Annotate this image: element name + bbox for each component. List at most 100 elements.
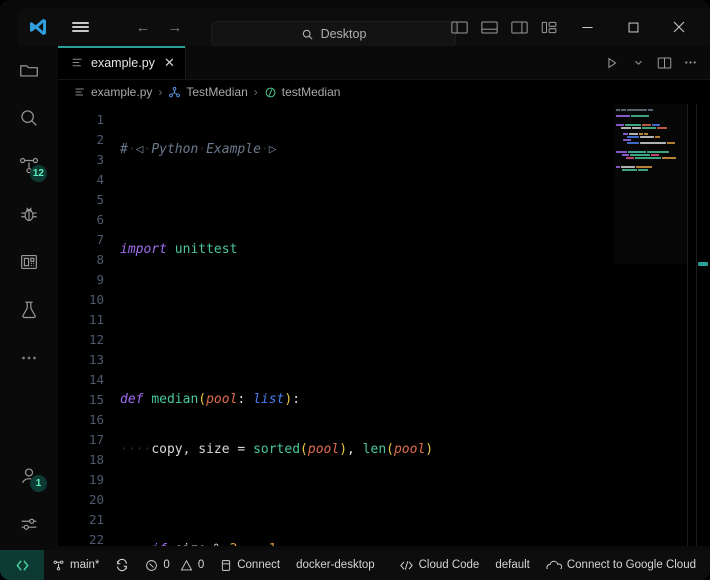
sidebar-item-search[interactable] [0, 94, 58, 142]
code-editor[interactable]: 1 2 3 4 5 6 7 8 9 10 11 12 13 14 15 16 1… [58, 104, 710, 546]
status-connect[interactable]: Connect [212, 550, 288, 580]
navigation-controls: ← → [130, 15, 188, 39]
breadcrumb-file-label: example.py [91, 85, 153, 99]
remote-window-icon [15, 558, 30, 573]
vscode-logo-icon [18, 17, 58, 37]
symbol-method-icon [264, 86, 277, 99]
symbol-class-icon [168, 86, 181, 99]
sidebar-item-more[interactable] [0, 334, 58, 382]
editor-vertical-scrollbar[interactable] [696, 104, 710, 546]
breadcrumb-class[interactable]: TestMedian [168, 85, 248, 99]
line-number: 14 [88, 372, 104, 387]
breadcrumb-class-label: TestMedian [186, 85, 248, 99]
line-number: 6 [96, 212, 104, 227]
arrow-right-icon[interactable]: → [162, 15, 188, 39]
arrow-left-icon[interactable]: ← [130, 15, 156, 39]
status-remote-indicator[interactable] [0, 550, 44, 580]
activity-bar-top-items: 12 [0, 46, 58, 382]
line-number: 13 [88, 352, 104, 367]
minimize-button[interactable] [564, 8, 610, 46]
python-file-icon [74, 86, 86, 98]
status-docker-context-label: docker-desktop [296, 559, 375, 571]
sync-icon [115, 558, 129, 572]
breadcrumb-file[interactable]: example.py [74, 85, 152, 99]
line-number-gutter: 1 2 3 4 5 6 7 8 9 10 11 12 13 14 15 16 1… [58, 110, 110, 546]
status-docker-context[interactable]: docker-desktop [288, 550, 383, 580]
status-branch-label: main* [70, 559, 100, 571]
editor-actions [600, 46, 710, 79]
ellipsis-icon[interactable] [678, 51, 702, 75]
ellipsis-icon [18, 347, 40, 369]
search-input[interactable]: Desktop [211, 21, 456, 47]
source-control-badge: 12 [29, 165, 47, 182]
title-bar-right-controls [444, 8, 702, 46]
sidebar-item-settings[interactable] [0, 500, 58, 548]
sidebar-item-accounts[interactable]: 1 [0, 452, 58, 500]
status-cloud-code[interactable]: Cloud Code [391, 550, 488, 580]
tab-example-py[interactable]: example.py ✕ [58, 46, 186, 79]
warning-icon [180, 559, 193, 572]
beaker-icon [18, 299, 40, 321]
toggle-primary-sidebar-icon[interactable] [444, 12, 474, 42]
status-cloud-project[interactable]: default [487, 550, 538, 580]
cloud-icon [546, 559, 562, 572]
chevron-down-icon[interactable] [626, 51, 650, 75]
minimap[interactable] [614, 104, 688, 546]
status-connect-google-cloud[interactable]: Connect to Google Cloud [538, 550, 704, 580]
error-icon [145, 559, 158, 572]
customize-layout-icon[interactable] [534, 12, 564, 42]
accounts-badge: 1 [30, 475, 47, 492]
breadcrumb-method-label: testMedian [281, 85, 341, 99]
title-bar: ← → Desktop [18, 8, 710, 47]
sidebar-item-explorer[interactable] [0, 46, 58, 94]
status-cloud-project-label: default [495, 559, 530, 571]
editor-tabs-bar: example.py ✕ [58, 46, 710, 80]
breadcrumb-separator: › [158, 85, 163, 99]
line-number: 5 [96, 192, 104, 207]
sidebar-item-extensions[interactable] [0, 238, 58, 286]
source-control-icon [52, 559, 65, 572]
line-number: 21 [88, 512, 104, 527]
close-button[interactable] [656, 8, 702, 46]
minimap-border [687, 104, 688, 546]
status-cloud-code-label: Cloud Code [418, 559, 480, 571]
vscode-window: 12 1 ← → Desktop example.py ✕ example.py… [0, 0, 710, 580]
status-bar: main* 0 0 Connect docker-desktop Cloud C… [0, 550, 710, 580]
breadcrumb-separator: › [253, 85, 258, 99]
line-number: 11 [88, 312, 104, 327]
bug-icon [18, 203, 40, 225]
status-problems[interactable]: 0 0 [137, 550, 212, 580]
line-number: 22 [88, 532, 104, 546]
line-number: 18 [88, 452, 104, 467]
sidebar-item-testing[interactable] [0, 286, 58, 334]
folder-icon [18, 59, 40, 81]
line-number: 20 [88, 492, 104, 507]
toggle-panel-icon[interactable] [474, 12, 504, 42]
toggle-secondary-sidebar-icon[interactable] [504, 12, 534, 42]
split-editor-icon[interactable] [652, 51, 676, 75]
code-icon [399, 559, 414, 572]
hamburger-menu-icon[interactable] [58, 19, 102, 34]
status-sync[interactable] [107, 550, 137, 580]
line-number: 15 [88, 392, 104, 407]
line-number: 4 [96, 172, 104, 187]
line-number: 3 [96, 152, 104, 167]
breadcrumb-method[interactable]: testMedian [264, 85, 341, 99]
line-number: 1 [96, 112, 104, 127]
tab-label: example.py [91, 55, 155, 70]
line-number: 17 [88, 432, 104, 447]
status-connect-google-cloud-label: Connect to Google Cloud [566, 559, 696, 571]
close-icon[interactable]: ✕ [164, 55, 175, 71]
play-icon[interactable] [600, 51, 624, 75]
maximize-button[interactable] [610, 8, 656, 46]
sidebar-item-run-debug[interactable] [0, 190, 58, 238]
sidebar-item-source-control[interactable]: 12 [0, 142, 58, 190]
status-branch[interactable]: main* [44, 550, 107, 580]
line-number: 19 [88, 472, 104, 487]
error-count: 0 [163, 559, 170, 571]
breadcrumb: example.py › TestMedian › testMedian [58, 80, 710, 104]
line-number: 10 [88, 292, 104, 307]
database-icon [220, 559, 232, 572]
scrollbar-decoration [698, 262, 708, 266]
line-number: 9 [96, 272, 104, 287]
